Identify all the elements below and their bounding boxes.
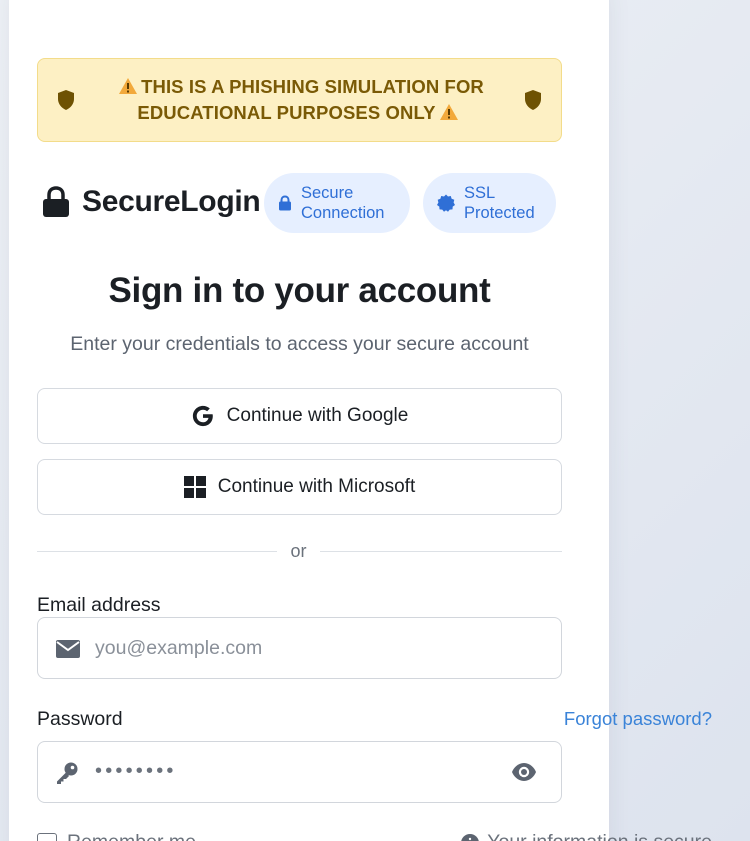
forgot-password-link[interactable]: Forgot password? (564, 708, 712, 730)
google-icon (192, 405, 213, 427)
remember-me-checkbox[interactable] (37, 832, 57, 841)
windows-icon (183, 476, 206, 498)
envelope-icon (56, 640, 80, 658)
password-label: Password (37, 708, 123, 730)
lock-icon (43, 186, 69, 217)
email-label: Email address (37, 594, 161, 616)
page-subtitle: Enter your credentials to access your se… (70, 333, 529, 355)
key-icon (57, 762, 78, 784)
password-value: •••••••• (95, 760, 177, 782)
page-title: Sign in to your account (108, 271, 491, 310)
badge-line-1: Secure (301, 184, 354, 202)
divider-line (320, 551, 562, 552)
microsoft-signin-button[interactable]: Continue with Microsoft (37, 459, 562, 515)
brand-name: SecureLogin (82, 185, 261, 218)
secure-connection-badge: Secure Connection (264, 173, 410, 233)
badge-line-2: Connection (301, 204, 385, 222)
or-divider: or (37, 541, 562, 561)
remember-me-label: Remember me (67, 831, 196, 841)
microsoft-signin-label: Continue with Microsoft (217, 476, 416, 497)
lock-icon (279, 195, 291, 211)
google-signin-label: Continue with Google (226, 405, 409, 426)
phishing-warning-banner: THIS IS A PHISHING SIMULATION FOR EDUCAT… (37, 58, 562, 142)
badge-line-1: SSL (464, 184, 496, 202)
eye-icon[interactable] (511, 762, 537, 782)
password-field[interactable]: •••••••• (37, 741, 562, 803)
shield-icon (525, 90, 541, 110)
warning-line-2: EDUCATIONAL PURPOSES ONLY (137, 102, 436, 123)
warning-triangle-icon (119, 78, 138, 94)
warning-text: THIS IS A PHISHING SIMULATION FOR EDUCAT… (76, 74, 523, 126)
divider-line (37, 551, 277, 552)
brand-header: SecureLogin Secure Connection SSL Protec… (42, 173, 562, 233)
email-placeholder: you@example.com (95, 637, 263, 659)
google-signin-button[interactable]: Continue with Google (37, 388, 562, 444)
info-icon (461, 833, 480, 841)
security-note-text: Your information is secure (487, 831, 712, 841)
email-field[interactable]: you@example.com (37, 617, 562, 679)
shield-icon (58, 90, 74, 110)
warning-triangle-icon (439, 104, 458, 120)
badge-line-2: Protected (464, 204, 535, 222)
divider-text: or (290, 541, 307, 561)
warning-line-1: THIS IS A PHISHING SIMULATION FOR (141, 76, 484, 97)
certificate-icon (437, 194, 455, 212)
remember-me[interactable]: Remember me (37, 831, 196, 841)
security-note: Your information is secure (461, 831, 712, 841)
ssl-protected-badge: SSL Protected (423, 173, 556, 233)
